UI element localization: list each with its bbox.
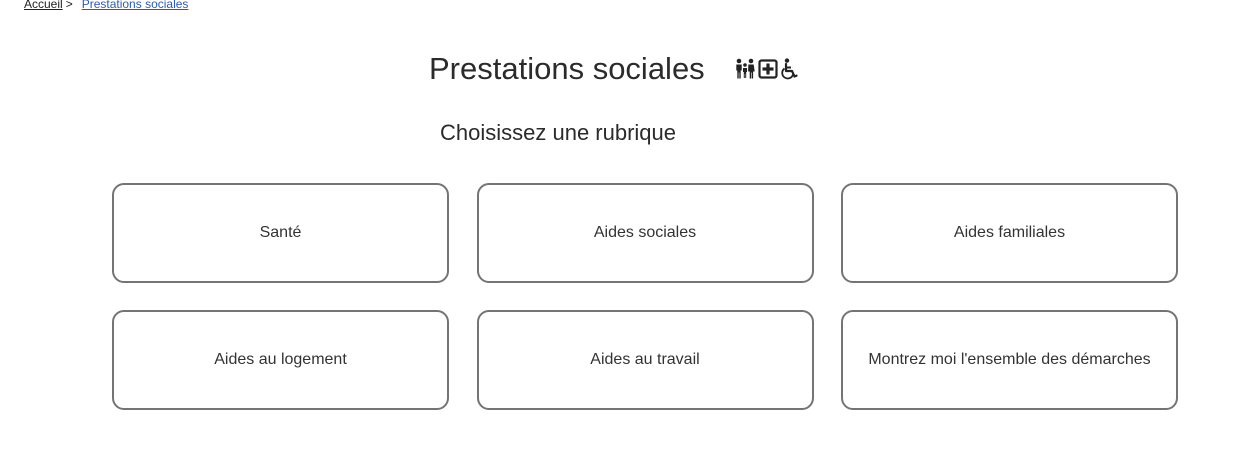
tile-aides-logement[interactable]: Aides au logement: [112, 310, 449, 410]
tile-aides-familiales[interactable]: Aides familiales: [841, 183, 1178, 283]
wheelchair-icon: [781, 58, 799, 80]
medical-cross-icon: [758, 59, 778, 79]
breadcrumb-home-link[interactable]: Accueil: [24, 0, 63, 11]
breadcrumb-current-link[interactable]: Prestations sociales: [82, 0, 189, 11]
page-title: Prestations sociales: [429, 51, 705, 86]
title-icons: [735, 58, 799, 80]
tile-aides-sociales[interactable]: Aides sociales: [476, 183, 814, 283]
tile-ensemble-demarches[interactable]: Montrez moi l'ensemble des démarches: [841, 310, 1178, 410]
tile-sante[interactable]: Santé: [112, 183, 449, 283]
page-subtitle: Choisissez une rubrique: [440, 120, 677, 145]
rubrique-grid: Santé Aides sociales Aides familiales Ai…: [112, 183, 1178, 410]
title-row: Prestations sociales: [429, 50, 799, 88]
breadcrumb-separator: >: [65, 0, 73, 11]
family-icon: [735, 58, 755, 80]
tile-aides-travail[interactable]: Aides au travail: [476, 310, 814, 410]
breadcrumb: Accueil > Prestations sociales: [24, 0, 188, 12]
